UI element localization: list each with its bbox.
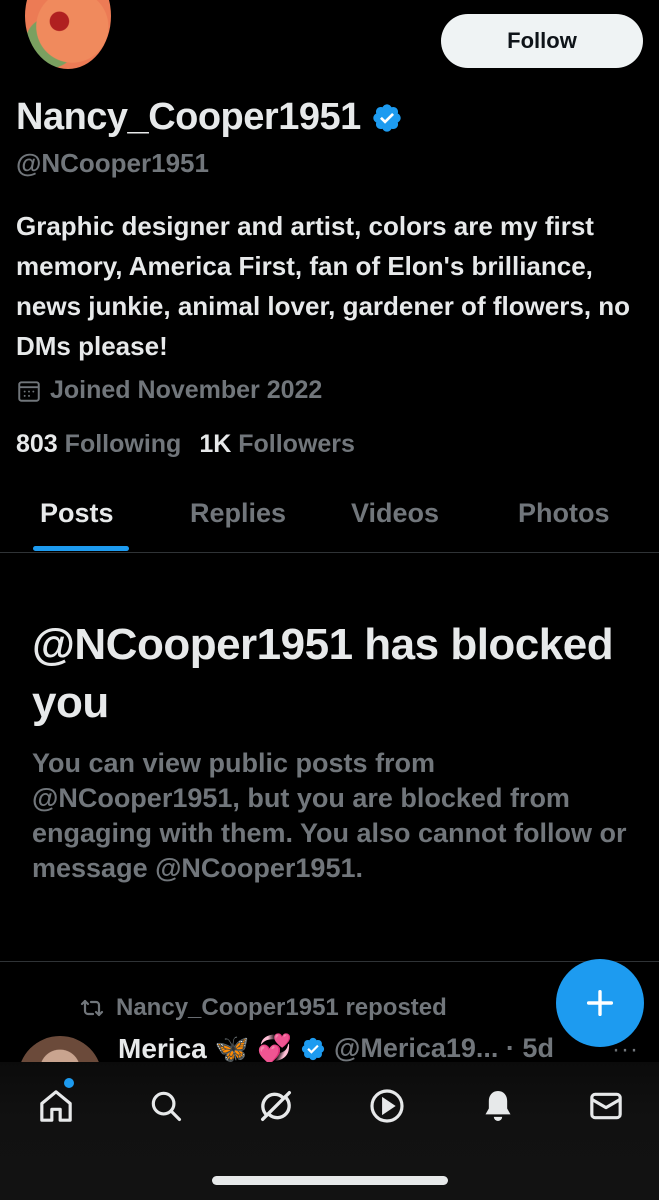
divider	[0, 961, 659, 962]
following-link[interactable]: 803 Following	[16, 430, 181, 459]
follow-button[interactable]: Follow	[441, 14, 643, 68]
compose-button[interactable]	[556, 959, 644, 1047]
display-name: Nancy_Cooper1951	[16, 96, 361, 138]
repost-text: Nancy_Cooper1951 reposted	[116, 994, 447, 1021]
nav-home[interactable]	[32, 1082, 80, 1130]
verified-badge-icon	[301, 1037, 325, 1060]
joined-text: Joined November 2022	[50, 376, 323, 404]
play-icon	[370, 1089, 404, 1123]
repost-icon	[80, 999, 104, 1017]
bell-icon	[485, 1091, 511, 1121]
post-author-name: Merica 🦋 💞	[118, 1033, 293, 1064]
tab-posts[interactable]: Posts	[40, 498, 114, 529]
tab-photos[interactable]: Photos	[518, 498, 610, 529]
nav-messages[interactable]	[582, 1082, 630, 1130]
profile-name-row: Nancy_Cooper1951	[16, 96, 403, 139]
profile-bio: Graphic designer and artist, colors are …	[16, 211, 631, 361]
tab-videos[interactable]: Videos	[351, 498, 439, 529]
blocked-title: @NCooper1951 has blocked you	[32, 620, 614, 727]
following-count: 803	[16, 430, 58, 458]
profile-avatar[interactable]	[22, 0, 114, 72]
home-indicator	[212, 1176, 448, 1185]
nav-notifications[interactable]	[474, 1082, 522, 1130]
blocked-description: You can view public posts from @NCooper1…	[32, 748, 627, 883]
home-icon	[40, 1090, 72, 1122]
post-handle-time: @Merica19... · 5d	[334, 1033, 554, 1063]
tab-replies[interactable]: Replies	[190, 498, 286, 529]
verified-badge-icon[interactable]	[371, 102, 403, 134]
calendar-icon	[18, 380, 40, 402]
mail-icon	[590, 1092, 622, 1120]
grok-icon	[261, 1091, 291, 1121]
following-label: Following	[64, 430, 182, 458]
profile-tabs: Posts Replies Videos Photos	[0, 480, 659, 553]
nav-grok[interactable]	[252, 1082, 300, 1130]
search-icon	[151, 1091, 182, 1122]
plus-icon	[586, 989, 614, 1017]
profile-stats: 803 Following 1K Followers	[16, 430, 355, 459]
nav-search[interactable]	[142, 1082, 190, 1130]
followers-label: Followers	[238, 430, 355, 458]
profile-handle: @NCooper1951	[16, 148, 209, 178]
nav-videos[interactable]	[363, 1082, 411, 1130]
joined-date: Joined November 2022	[16, 376, 322, 405]
active-tab-indicator	[33, 546, 129, 551]
repost-indicator[interactable]: Nancy_Cooper1951 reposted	[78, 994, 447, 1022]
notification-dot	[64, 1078, 74, 1088]
post-header[interactable]: Merica 🦋 💞 @Merica19... · 5d	[118, 1032, 554, 1065]
followers-count: 1K	[199, 430, 232, 458]
followers-link[interactable]: 1K Followers	[199, 430, 355, 459]
